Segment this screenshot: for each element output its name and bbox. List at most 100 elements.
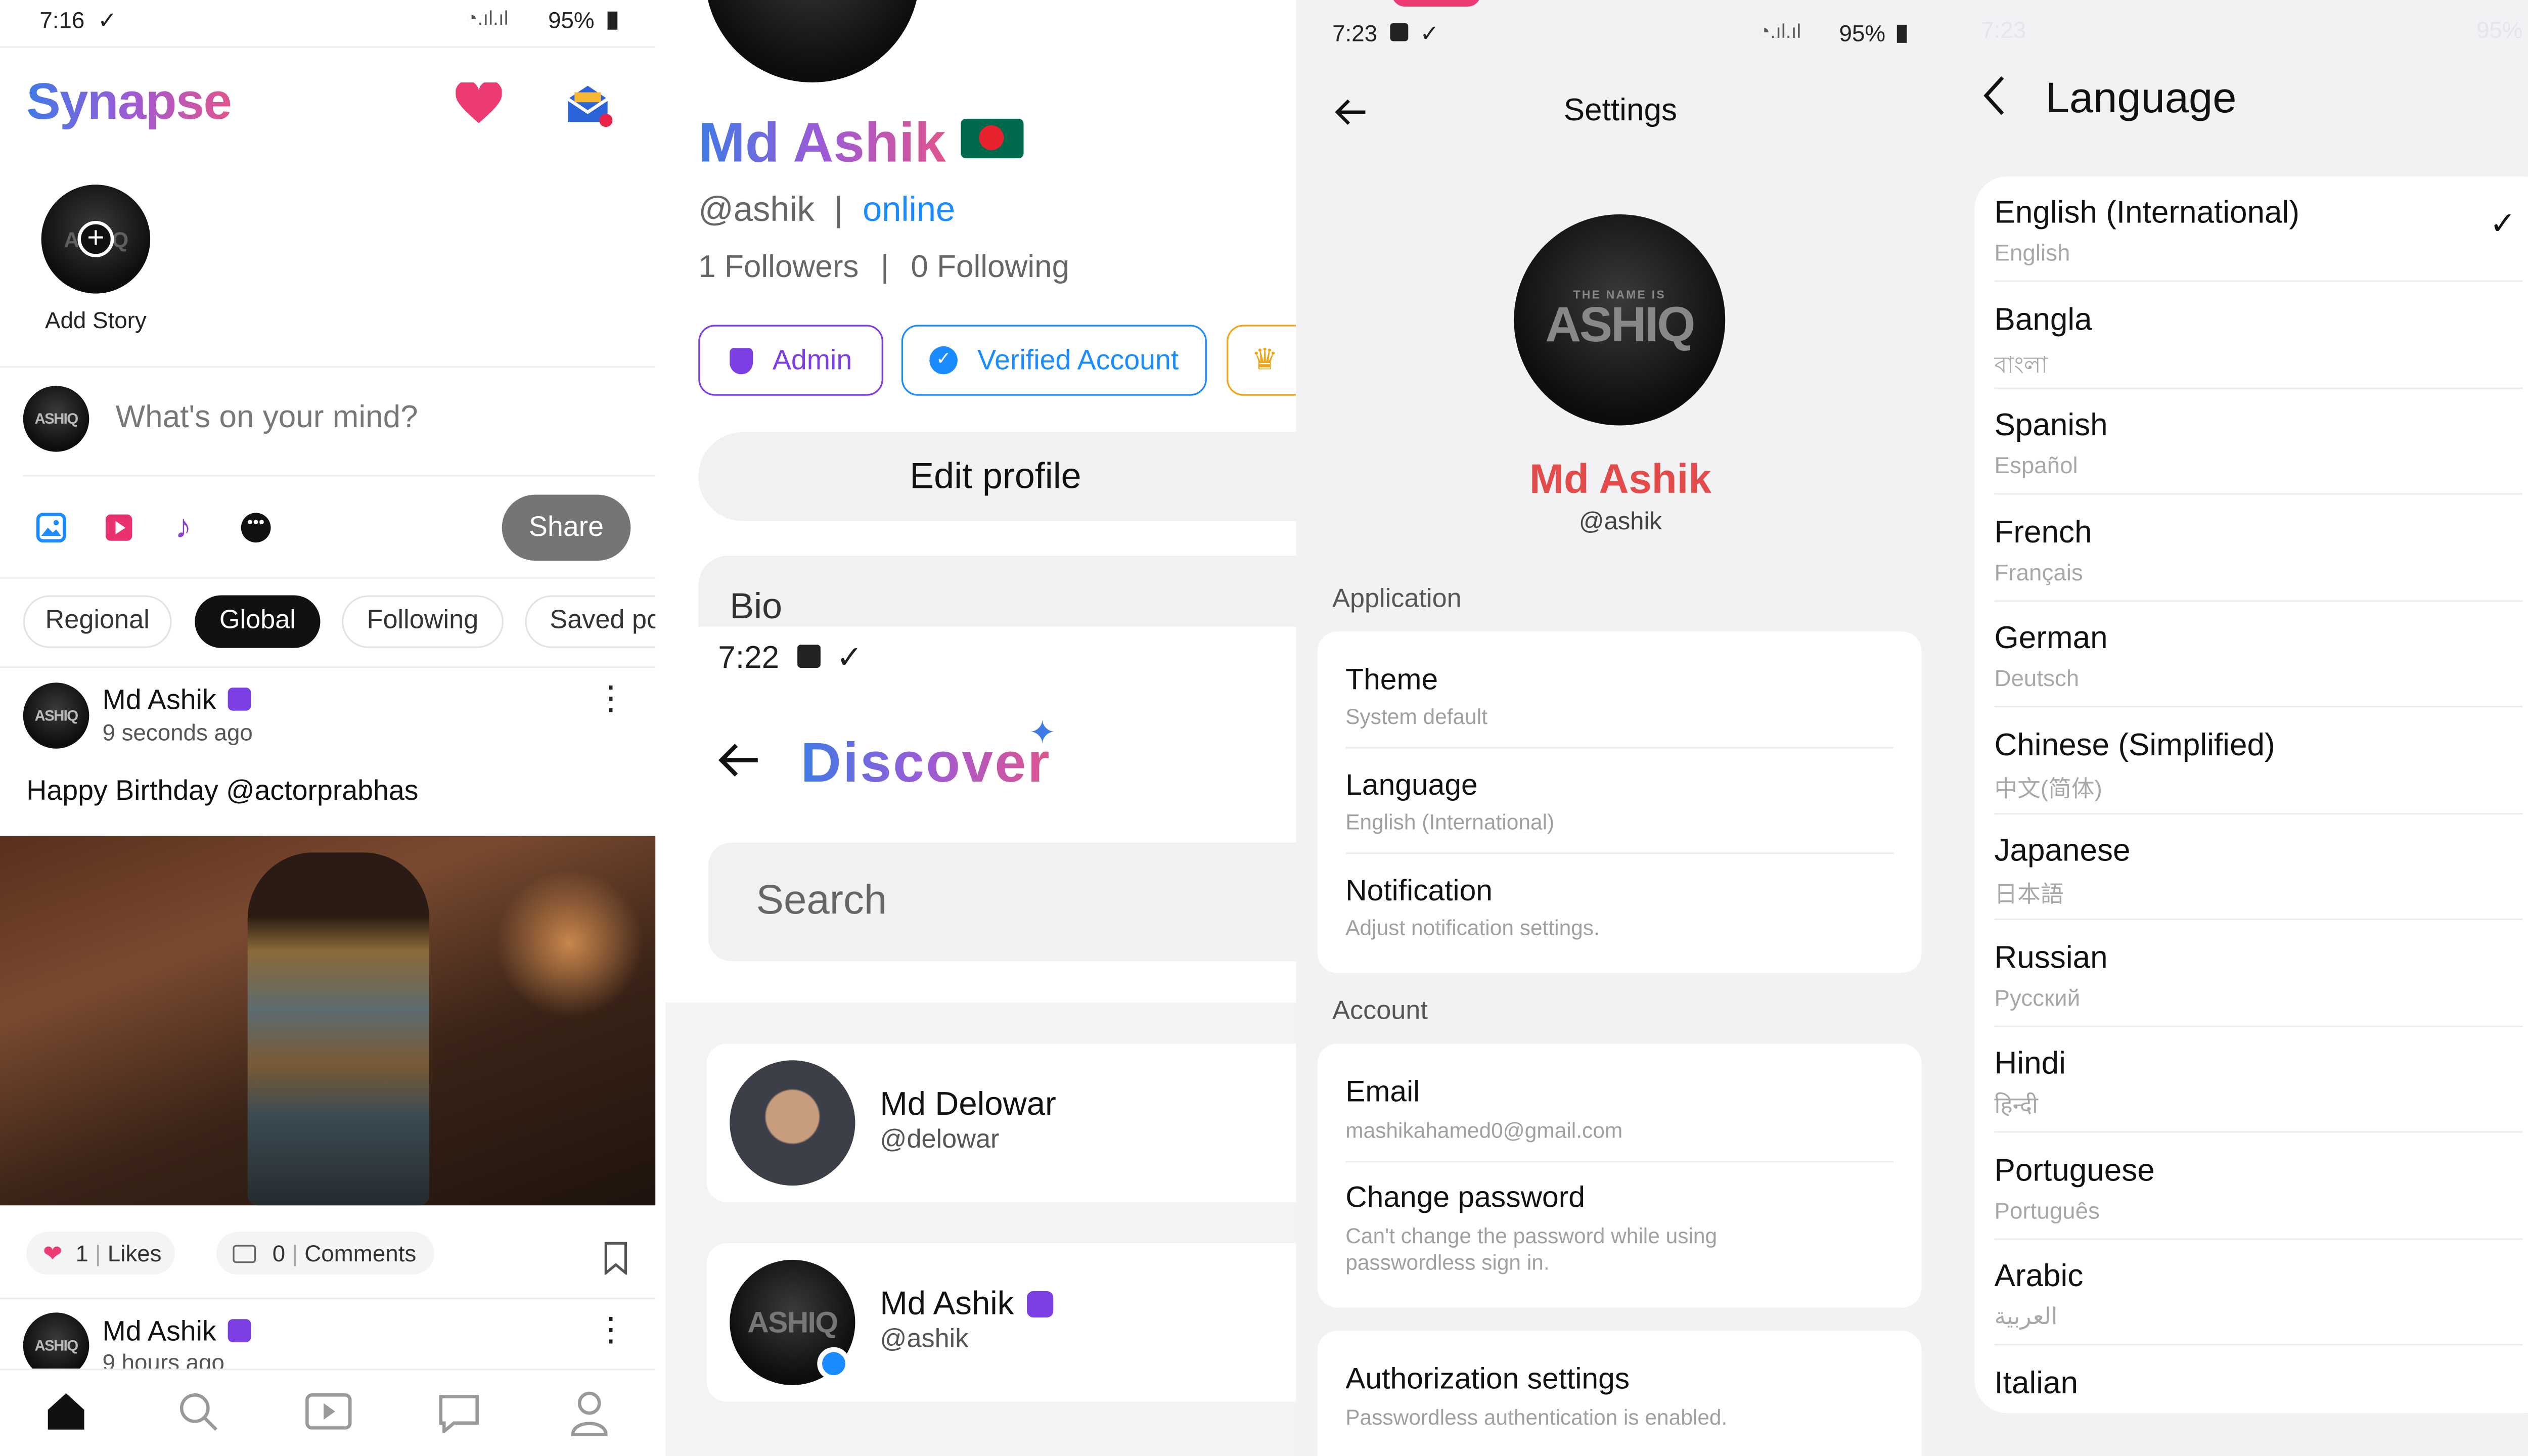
feed-header-divider <box>0 46 656 48</box>
gallery-icon <box>798 645 821 668</box>
divider <box>1994 1025 2523 1027</box>
comment-label: Comments <box>304 1240 417 1266</box>
divider <box>1994 705 2523 708</box>
admin-badge[interactable]: Admin <box>698 325 883 396</box>
language-status-time: 7:23 <box>1981 16 2026 43</box>
edit-profile-button[interactable]: Edit profile <box>698 432 1296 521</box>
filter-saved[interactable]: Saved po <box>525 595 656 648</box>
language-option-native: Русский <box>1994 983 2081 1010</box>
settings-user-handle: @ashik <box>1578 508 1662 536</box>
add-story-plus-icon[interactable]: + <box>77 221 114 257</box>
signal-icon: ◔.ıl.ıl <box>1758 20 1801 43</box>
email-subtitle: mashikahamed0@gmail.com <box>1345 1118 1623 1143</box>
messages-icon[interactable] <box>437 1393 480 1441</box>
comment-separator: | <box>292 1240 298 1266</box>
like-button[interactable]: ❤ 1 | Likes <box>26 1232 175 1275</box>
language-option-name[interactable]: Russian <box>1994 941 2107 977</box>
language-option-native: 日本語 <box>1994 880 2064 907</box>
more-options-icon[interactable]: ••• <box>241 513 271 543</box>
language-option-native: हिन्दी <box>1994 1091 2038 1118</box>
post-image[interactable] <box>0 836 656 1206</box>
composer-avatar-text: ASHIQ <box>34 411 79 427</box>
verified-check-icon: ✓ <box>929 346 958 375</box>
language-option-name[interactable]: Arabic <box>1994 1260 2083 1296</box>
language-option-name[interactable]: Italian <box>1994 1366 2078 1402</box>
account-header: Account <box>1332 997 1428 1026</box>
video-icon[interactable] <box>104 513 134 551</box>
email-title[interactable]: Email <box>1345 1075 1420 1110</box>
language-back-chevron-icon[interactable] <box>1981 74 2007 125</box>
crown-icon: ♛ <box>1251 343 1278 376</box>
composer-input[interactable]: What's on your mind? <box>116 401 418 437</box>
home-icon[interactable] <box>44 1390 87 1441</box>
settings-panel: 7:23 ✓ ◔.ıl.ıl 95% Settings THE NAME IS … <box>1296 0 1945 1456</box>
post-author[interactable]: Md Ashik <box>102 1316 251 1349</box>
following-count[interactable]: 0 Following <box>911 251 1069 285</box>
theme-subtitle: System default <box>1345 704 1488 729</box>
divider <box>1994 812 2523 814</box>
post-author[interactable]: Md Ashik <box>102 685 251 717</box>
filter-global[interactable]: Global <box>195 595 321 648</box>
language-option-native: Français <box>1994 558 2083 585</box>
change-password-title[interactable]: Change password <box>1345 1180 1585 1215</box>
language-option-name[interactable]: Portuguese <box>1994 1153 2154 1190</box>
theme-title[interactable]: Theme <box>1345 663 1438 697</box>
pink-tab-hint <box>1391 0 1481 7</box>
heart-icon[interactable] <box>455 80 502 133</box>
profile-avatar[interactable] <box>705 0 920 83</box>
language-option-name[interactable]: Japanese <box>1994 834 2130 871</box>
user-card[interactable]: ASHIQ Md Ashik @ashik <box>706 1243 1296 1402</box>
settings-title: Settings <box>1563 94 1677 129</box>
language-option-name[interactable]: Spanish <box>1994 409 2107 445</box>
premium-badge[interactable]: ♛ <box>1227 325 1296 396</box>
verified-badge-label: Verified Account <box>977 344 1179 376</box>
language-option-native: Deutsch <box>1994 664 2080 691</box>
language-option-name[interactable]: French <box>1994 515 2092 552</box>
language-option-name[interactable]: Bangla <box>1994 303 2092 339</box>
language-option-name[interactable]: Hindi <box>1994 1047 2065 1083</box>
post-avatar[interactable]: ASHIQ <box>23 682 89 749</box>
language-option-name[interactable]: German <box>1994 622 2107 658</box>
check-icon: ✓ <box>98 7 117 33</box>
language-option-native: English <box>1994 239 2070 266</box>
post-menu-icon[interactable]: ⋮ <box>595 682 627 715</box>
search-icon[interactable] <box>176 1390 219 1441</box>
language-option-native: Español <box>1994 451 2078 478</box>
notification-title[interactable]: Notification <box>1345 874 1493 908</box>
bookmark-icon[interactable] <box>604 1242 627 1283</box>
inbox-icon[interactable] <box>565 82 614 137</box>
auth-card[interactable]: Authorization settings Passwordless auth… <box>1317 1331 1922 1456</box>
comment-button[interactable]: 0 | Comments <box>216 1232 434 1275</box>
divider <box>1345 747 1894 749</box>
verified-badge[interactable]: ✓ Verified Account <box>901 325 1207 396</box>
divider <box>1345 852 1894 854</box>
back-arrow-icon[interactable] <box>718 742 761 787</box>
feed-panel: 7:16 ✓ 95% ◔.ıl.ıl Synapse ASHIQ + Add S… <box>0 0 656 1456</box>
divider <box>0 577 656 579</box>
profile-icon[interactable] <box>570 1390 609 1445</box>
divider <box>1994 918 2523 920</box>
profile-handle: @ashik <box>698 191 815 230</box>
user-card[interactable]: Md Delowar @delowar <box>706 1043 1296 1202</box>
account-card: Email mashikahamed0@gmail.com Change pas… <box>1317 1043 1922 1308</box>
profile-name: Md Ashik <box>698 112 1024 176</box>
divider <box>1994 599 2523 601</box>
photo-icon[interactable] <box>36 513 66 551</box>
followers-count[interactable]: 1 Followers <box>698 251 859 285</box>
settings-avatar[interactable]: THE NAME IS ASHIQ <box>1514 214 1726 426</box>
bio-label: Bio <box>730 585 783 627</box>
post-menu-icon[interactable]: ⋮ <box>595 1314 627 1347</box>
music-icon[interactable]: ♪ <box>175 510 192 548</box>
image-figure <box>247 852 429 1206</box>
online-dot <box>817 1347 850 1380</box>
language-option-name[interactable]: English (International) <box>1994 196 2299 233</box>
filter-following[interactable]: Following <box>341 595 504 648</box>
filter-regional[interactable]: Regional <box>23 595 172 648</box>
share-button[interactable]: Share <box>502 494 631 561</box>
reels-icon[interactable] <box>305 1393 352 1438</box>
profile-name-text: Md Ashik <box>698 112 946 175</box>
language-option-name[interactable]: Chinese (Simplified) <box>1994 728 2275 764</box>
divider <box>0 366 656 368</box>
image-light <box>495 869 644 1018</box>
language-title[interactable]: Language <box>1345 768 1478 803</box>
